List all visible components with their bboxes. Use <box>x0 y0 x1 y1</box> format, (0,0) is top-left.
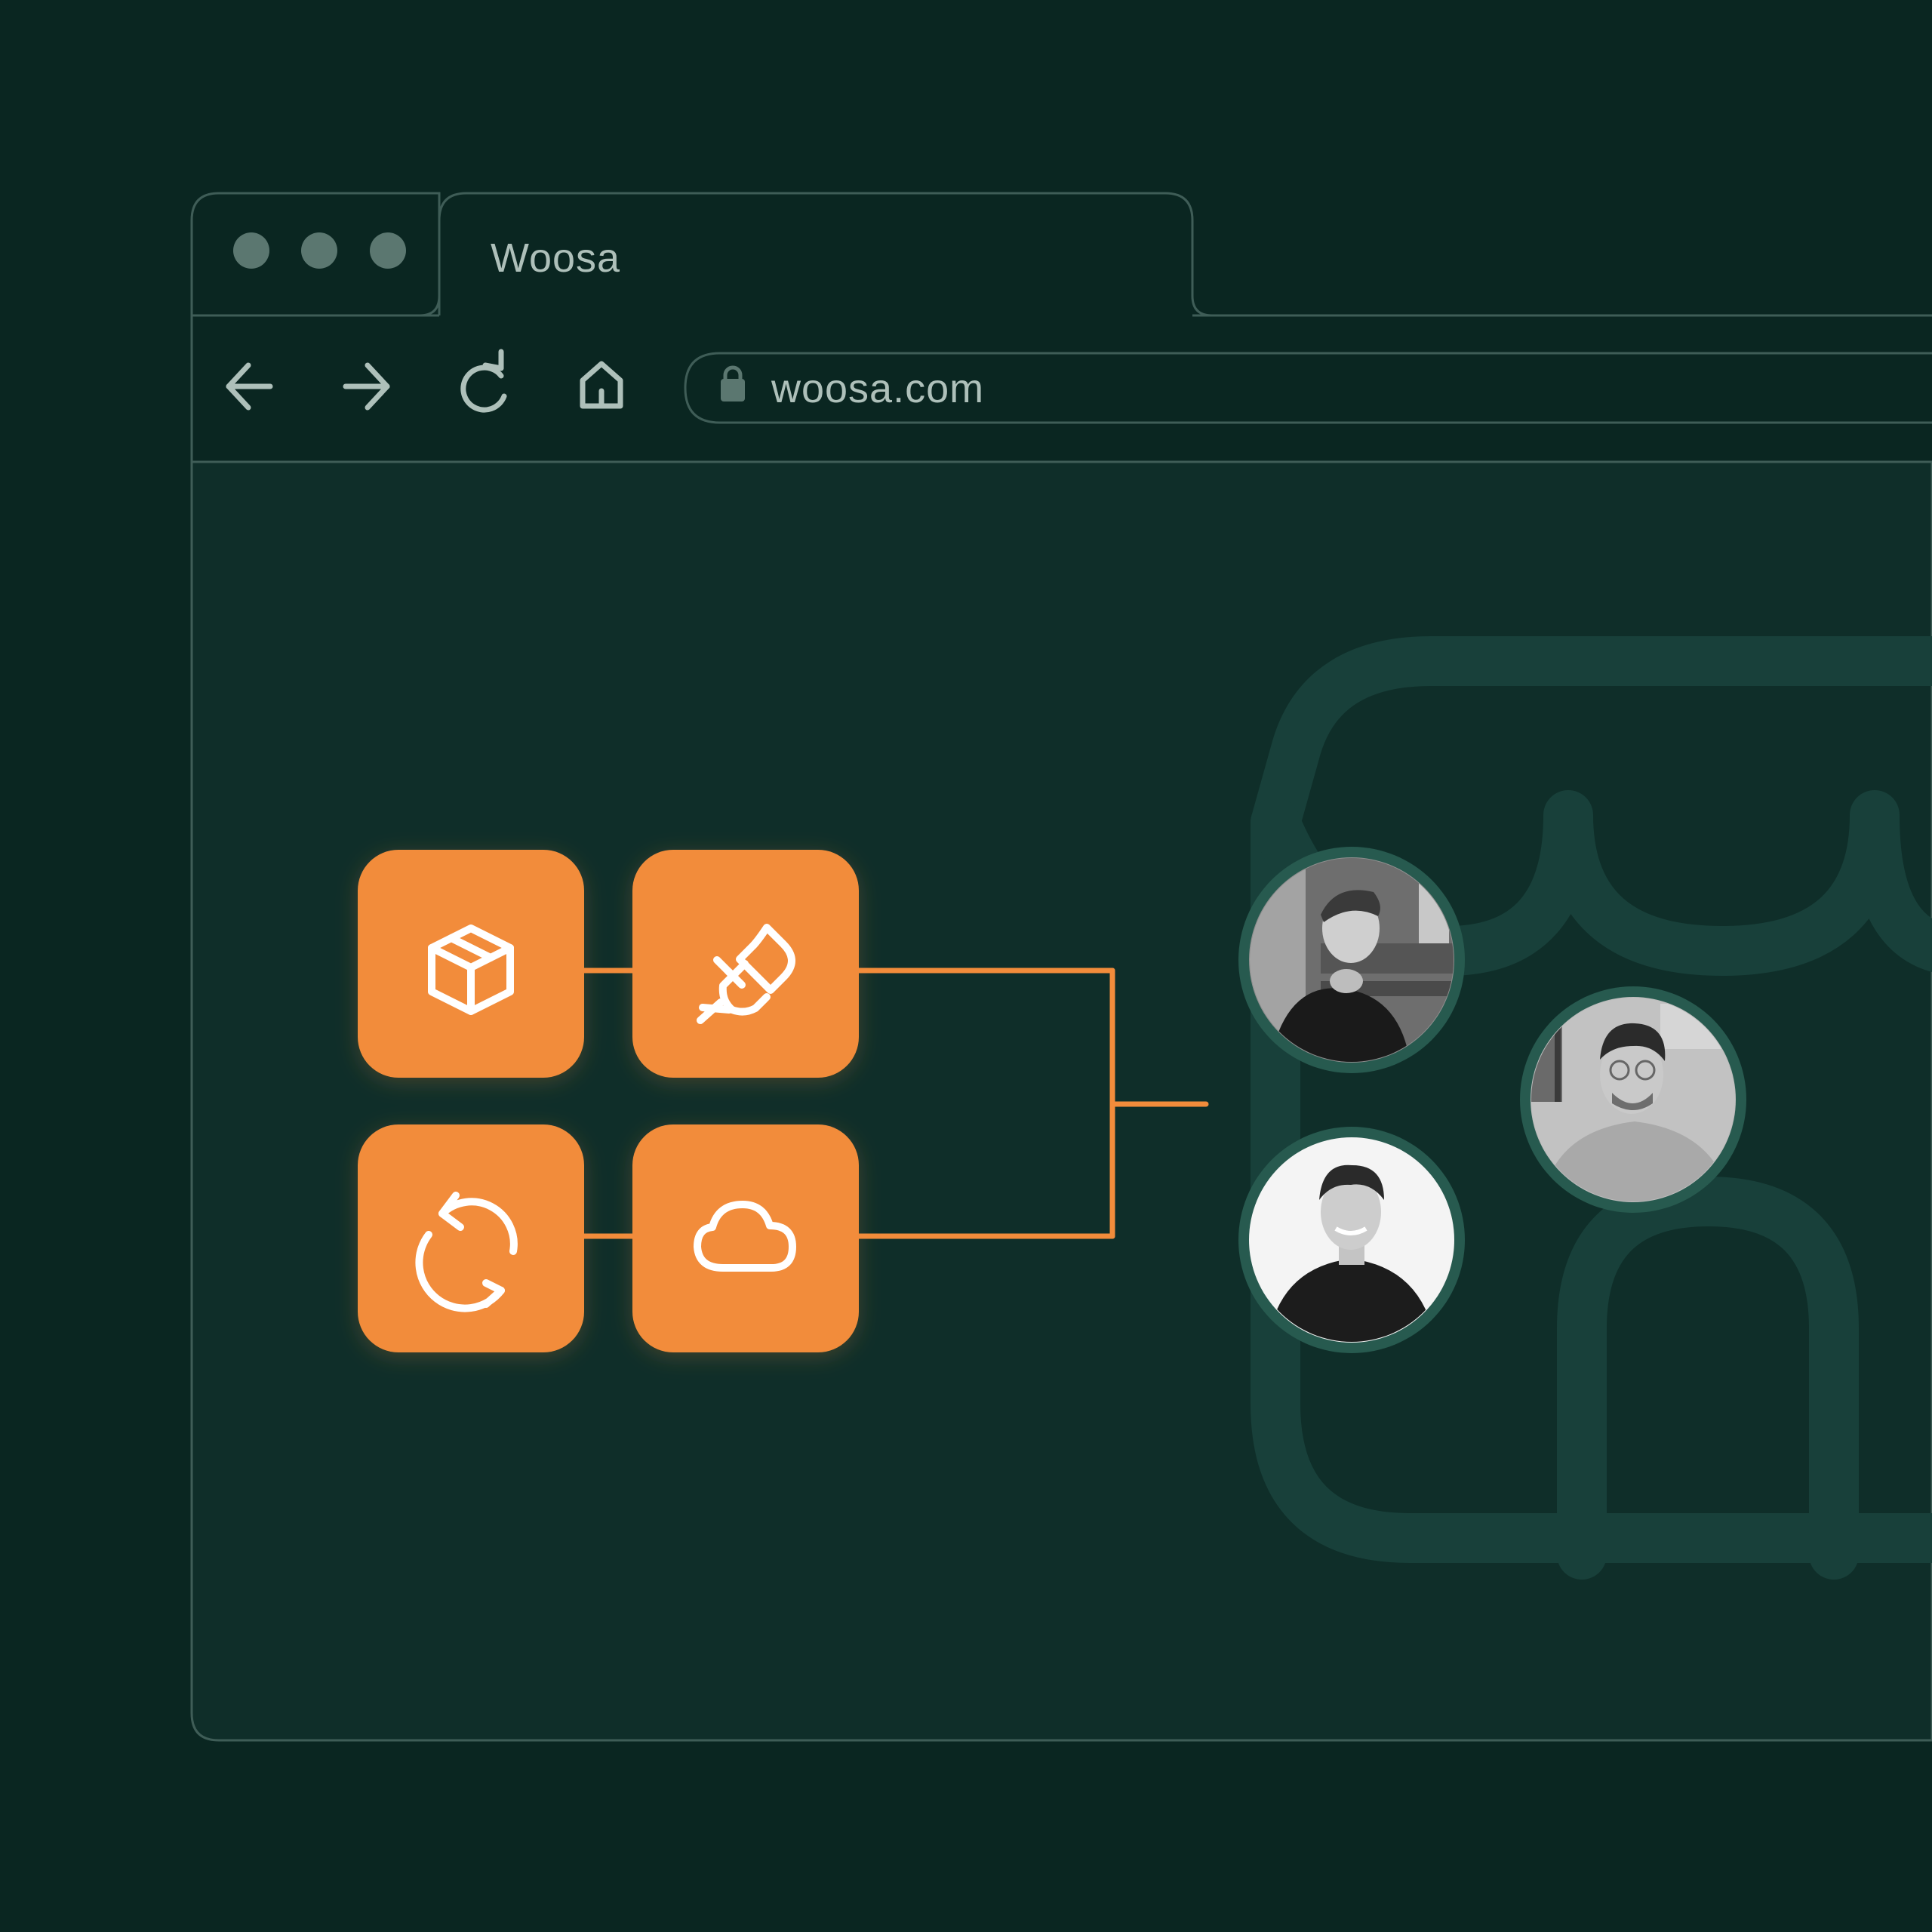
url-text[interactable]: woosa.com <box>771 366 984 411</box>
maximize-window-dot[interactable] <box>370 232 406 269</box>
avatar-team-member-2[interactable] <box>1238 1127 1465 1353</box>
close-window-dot[interactable] <box>233 232 269 269</box>
tile-sync[interactable] <box>358 1124 584 1352</box>
window-controls <box>233 232 406 269</box>
scene: Woosa woosa.com <box>190 192 1932 1742</box>
page: Woosa woosa.com <box>0 0 1932 1932</box>
tab-title: Woosa <box>491 235 620 281</box>
toolbar <box>193 317 1932 460</box>
minimize-window-dot[interactable] <box>301 232 337 269</box>
tab-woosa[interactable] <box>438 192 1932 317</box>
tile-cloud[interactable] <box>632 1124 859 1352</box>
